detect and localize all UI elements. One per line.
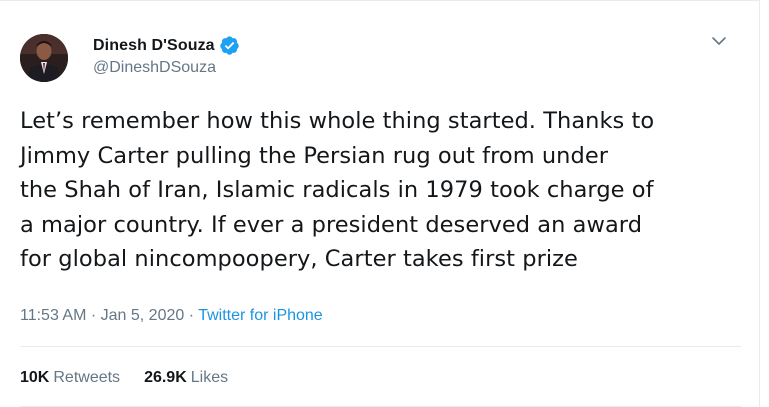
meta-separator: · bbox=[86, 307, 101, 324]
author-display-name[interactable]: Dinesh D'Souza bbox=[93, 37, 215, 55]
tweet-text-line: Let’s remember how this whole thing star… bbox=[20, 108, 655, 134]
tweet-text-line: Jimmy Carter pulling the Persian rug out… bbox=[20, 142, 609, 169]
meta-separator: · bbox=[184, 307, 199, 324]
tweet-date[interactable]: Jan 5, 2020 bbox=[101, 307, 185, 324]
card-top-border bbox=[0, 0, 760, 1]
retweets-label: Retweets bbox=[53, 369, 121, 386]
tweet-source-link[interactable]: Twitter for iPhone bbox=[198, 307, 323, 324]
tweet-text-line: for global nincompoopery, Carter takes f… bbox=[20, 246, 578, 272]
likes-stat[interactable]: 26.9K Likes bbox=[144, 369, 228, 387]
tweet-card: Dinesh D'Souza @DineshDSouza Let’s remem… bbox=[0, 0, 769, 407]
chevron-down-icon[interactable] bbox=[711, 35, 727, 47]
tweet-metadata: 11:53 AM · Jan 5, 2020 · Twitter for iPh… bbox=[20, 307, 323, 325]
tweet-text-line: the Shah of Iran, Islamic radicals in 19… bbox=[20, 177, 654, 203]
retweets-count: 10K bbox=[20, 369, 50, 386]
avatar-image bbox=[20, 34, 68, 82]
likes-label: Likes bbox=[190, 369, 229, 386]
author-name-row[interactable]: Dinesh D'Souza bbox=[93, 35, 240, 56]
tweet-text-line: a major country. If ever a president des… bbox=[20, 211, 643, 238]
author-handle[interactable]: @DineshDSouza bbox=[93, 59, 216, 77]
retweets-stat[interactable]: 10K Retweets bbox=[20, 369, 120, 387]
tweet-time[interactable]: 11:53 AM bbox=[20, 307, 86, 324]
divider bbox=[20, 346, 741, 347]
card-right-border bbox=[759, 0, 760, 407]
likes-count: 26.9K bbox=[144, 369, 187, 386]
tweet-text: Let’s remember how this whole thing star… bbox=[20, 104, 750, 277]
verified-badge-icon bbox=[219, 36, 239, 55]
tweet-stats: 10K Retweets 26.9K Likes bbox=[20, 369, 252, 387]
avatar[interactable] bbox=[20, 34, 68, 82]
